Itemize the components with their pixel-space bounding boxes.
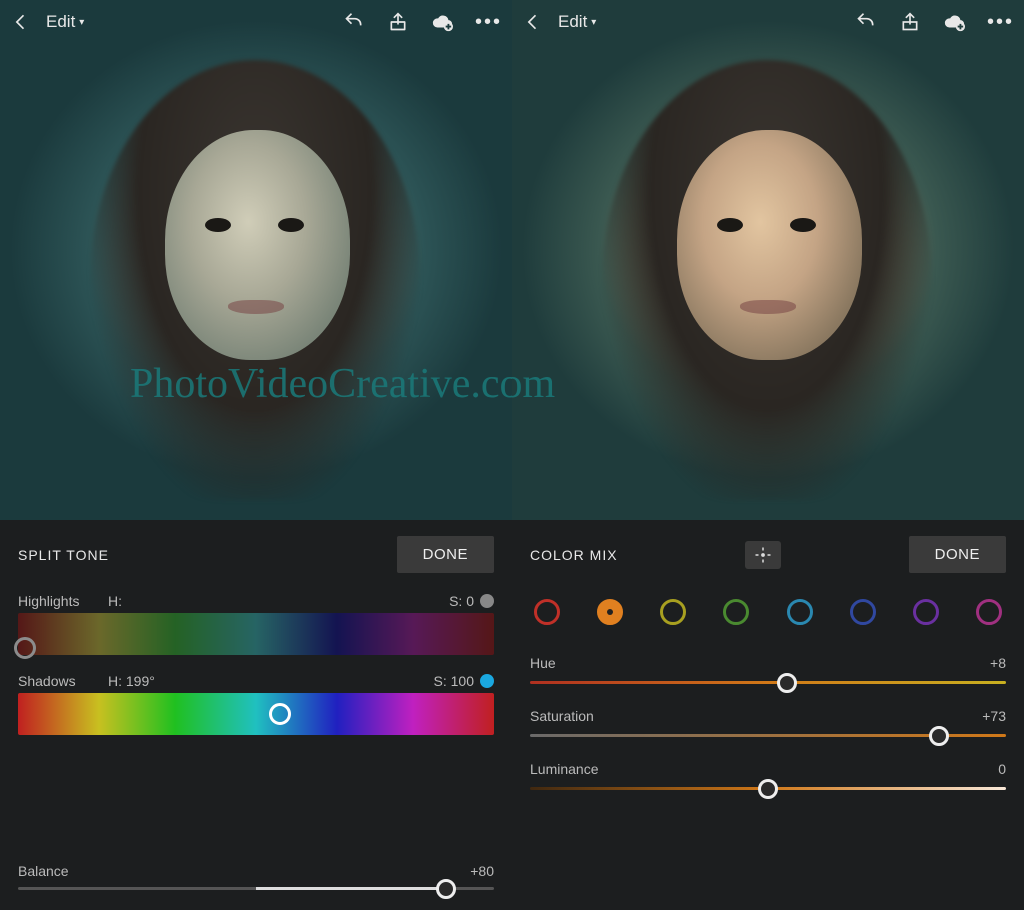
undo-icon[interactable] <box>855 11 877 33</box>
topbar: Edit ▾ ••• <box>0 0 512 44</box>
luminance-label: Luminance <box>530 761 599 777</box>
hue-knob[interactable] <box>777 673 797 693</box>
hue-label: Hue <box>530 655 556 671</box>
shadows-row: Shadows H: 199° S: 100 <box>18 673 494 689</box>
highlights-row: Highlights H: S: 0 <box>18 593 494 609</box>
caret-down-icon: ▾ <box>79 17 84 28</box>
right-pane: Edit ▾ ••• PhotoVideoCreative.com COLOR … <box>512 0 1024 910</box>
swatch-blue[interactable] <box>850 599 876 625</box>
balance-label: Balance <box>18 863 69 879</box>
photo-preview[interactable]: PhotoVideoCreative.com <box>0 0 512 520</box>
edit-dropdown[interactable]: Edit ▾ <box>46 12 84 32</box>
color-swatches <box>530 599 1006 625</box>
panel-title: COLOR MIX <box>530 547 618 563</box>
share-icon[interactable] <box>387 11 409 33</box>
photo-preview[interactable]: PhotoVideoCreative.com <box>512 0 1024 520</box>
saturation-value: +73 <box>982 708 1006 724</box>
luminance-knob[interactable] <box>758 779 778 799</box>
shadows-hue-handle[interactable] <box>269 703 291 725</box>
panel-title: SPLIT TONE <box>18 547 109 563</box>
done-button[interactable]: DONE <box>397 536 494 573</box>
back-icon[interactable] <box>522 11 544 33</box>
cloud-add-icon[interactable] <box>431 11 453 33</box>
balance-slider[interactable] <box>18 887 494 890</box>
back-icon[interactable] <box>10 11 32 33</box>
shadows-swatch <box>480 674 494 688</box>
saturation-label: Saturation <box>530 708 594 724</box>
luminance-slider[interactable] <box>530 787 1006 790</box>
swatch-magenta[interactable] <box>976 599 1002 625</box>
highlights-hue-bar[interactable] <box>18 613 494 655</box>
edit-label-text: Edit <box>46 12 75 32</box>
undo-icon[interactable] <box>343 11 365 33</box>
more-icon[interactable]: ••• <box>475 11 502 34</box>
swatch-red[interactable] <box>534 599 560 625</box>
shadows-hue-bar[interactable] <box>18 693 494 735</box>
saturation-knob[interactable] <box>929 726 949 746</box>
share-icon[interactable] <box>899 11 921 33</box>
swatch-purple[interactable] <box>913 599 939 625</box>
swatch-yellow[interactable] <box>660 599 686 625</box>
color-mix-panel: COLOR MIX DONE Hue +8 Saturation +73 <box>512 520 1024 910</box>
more-icon[interactable]: ••• <box>987 11 1014 34</box>
saturation-slider[interactable] <box>530 734 1006 737</box>
shadows-label: Shadows <box>18 673 108 689</box>
balance-knob[interactable] <box>436 879 456 899</box>
hue-value: +8 <box>990 655 1006 671</box>
cloud-add-icon[interactable] <box>943 11 965 33</box>
target-adjust-button[interactable] <box>745 541 781 569</box>
hue-slider[interactable] <box>530 681 1006 684</box>
luminance-value: 0 <box>998 761 1006 777</box>
swatch-aqua[interactable] <box>787 599 813 625</box>
edit-label-text: Edit <box>558 12 587 32</box>
done-button[interactable]: DONE <box>909 536 1006 573</box>
edit-dropdown[interactable]: Edit ▾ <box>558 12 596 32</box>
highlights-hue-handle[interactable] <box>14 637 36 659</box>
topbar: Edit ▾ ••• <box>512 0 1024 44</box>
left-pane: Edit ▾ ••• PhotoVideoCreative.com SPLIT … <box>0 0 512 910</box>
swatch-orange[interactable] <box>597 599 623 625</box>
highlights-swatch <box>480 594 494 608</box>
caret-down-icon: ▾ <box>591 17 596 28</box>
highlights-label: Highlights <box>18 593 108 609</box>
swatch-green[interactable] <box>723 599 749 625</box>
balance-value: +80 <box>470 863 494 879</box>
split-tone-panel: SPLIT TONE DONE Highlights H: S: 0 Shado… <box>0 520 512 910</box>
